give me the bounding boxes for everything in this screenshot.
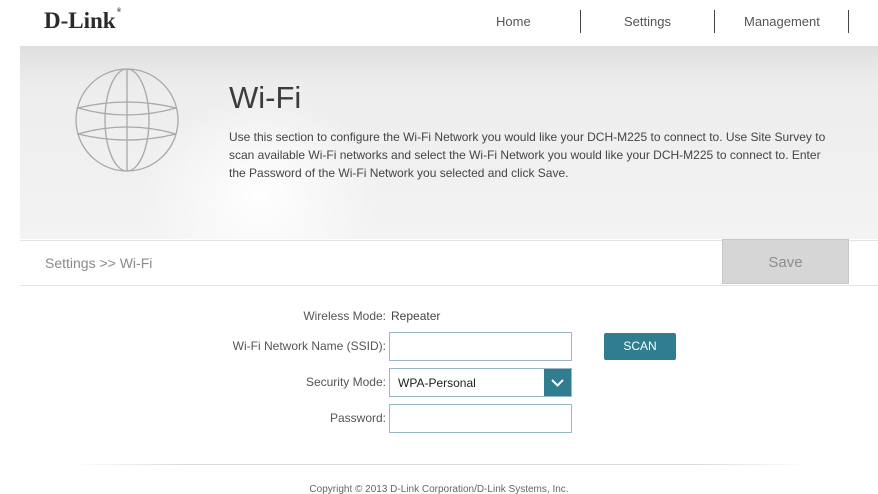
- ssid-input[interactable]: [389, 332, 572, 361]
- globe-icon: [75, 68, 179, 172]
- password-label: Password:: [329, 411, 386, 425]
- ssid-label: Wi-Fi Network Name (SSID):: [232, 339, 386, 353]
- nav-separator: [848, 10, 849, 33]
- password-input[interactable]: [389, 404, 572, 433]
- chevron-down-icon[interactable]: [544, 369, 571, 396]
- nav-home[interactable]: Home: [496, 14, 531, 34]
- security-mode-select[interactable]: WPA-Personal: [389, 368, 572, 397]
- dlink-logo[interactable]: D-Link®: [44, 8, 121, 34]
- copyright-footer: Copyright © 2013 D-Link Corporation/D-Li…: [309, 484, 569, 494]
- breadcrumb: Settings >> Wi-Fi: [45, 255, 153, 271]
- nav-separator: [714, 10, 715, 33]
- footer-divider: [70, 464, 810, 465]
- nav-management[interactable]: Management: [744, 14, 820, 34]
- scan-button[interactable]: SCAN: [604, 333, 676, 360]
- page-banner: Wi-Fi Use this section to configure the …: [20, 46, 878, 239]
- page-title: Wi-Fi: [229, 80, 302, 115]
- wireless-mode-value: Repeater: [391, 309, 441, 323]
- save-button[interactable]: Save: [722, 239, 849, 284]
- nav-separator: [580, 10, 581, 33]
- page-description: Use this section to configure the Wi-Fi …: [229, 130, 826, 180]
- wireless-mode-label: Wireless Mode:: [303, 309, 386, 323]
- top-header: D-Link® Home Settings Management: [0, 0, 878, 46]
- nav-settings[interactable]: Settings: [624, 14, 671, 34]
- security-mode-label: Security Mode:: [305, 375, 386, 389]
- security-mode-value: WPA-Personal: [398, 376, 476, 390]
